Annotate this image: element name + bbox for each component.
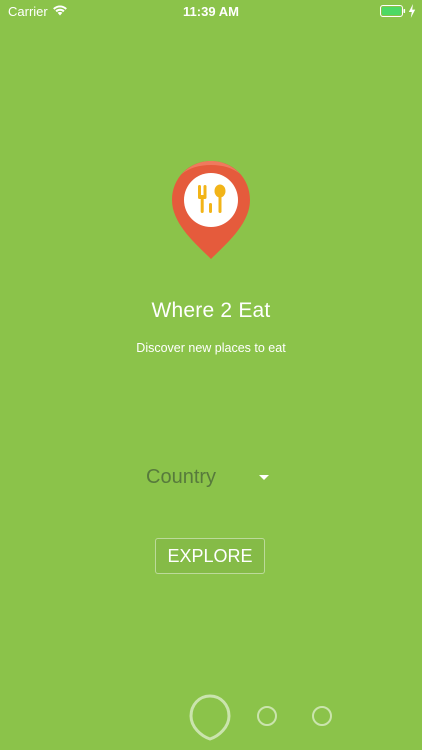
status-time: 11:39 AM [183, 4, 239, 19]
status-bar: Carrier 11:39 AM [0, 0, 422, 22]
map-pin-fork-spoon-icon [172, 161, 250, 259]
battery-icon [380, 5, 406, 17]
page-indicator-dot-3[interactable] [312, 706, 332, 726]
explore-button[interactable]: EXPLORE [155, 538, 265, 574]
page-indicator-dot-2[interactable] [257, 706, 277, 726]
country-dropdown[interactable]: Country [146, 464, 276, 492]
app-title: Where 2 Eat [151, 299, 271, 322]
page-indicator-active[interactable] [188, 693, 232, 741]
app-subtitle: Discover new places to eat [136, 341, 286, 355]
country-dropdown-label: Country [146, 466, 217, 488]
charging-bolt-icon [408, 4, 416, 18]
chevron-down-icon [259, 475, 269, 480]
